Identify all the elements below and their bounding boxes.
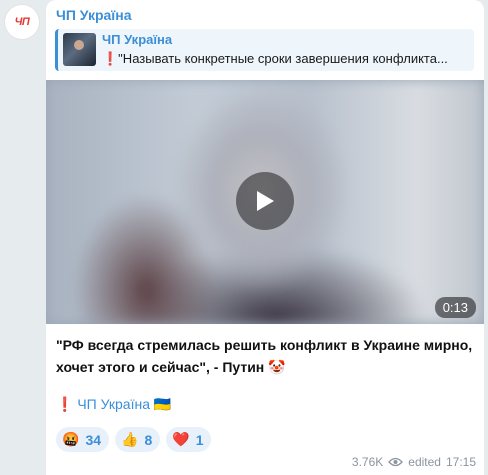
video-duration: 0:13 <box>434 297 476 318</box>
heart-icon: ❤️ <box>172 431 190 447</box>
play-button[interactable] <box>236 172 294 230</box>
thumbs-up-icon: 👍 <box>121 431 139 447</box>
angry-face-icon: 🤬 <box>62 431 80 447</box>
reaction-count: 34 <box>85 431 102 448</box>
reply-text: ❗️"Называть конкретные сроки завершения … <box>102 51 448 66</box>
reaction-count: 8 <box>144 431 153 448</box>
reaction-angry[interactable]: 🤬 34 <box>56 427 110 452</box>
reaction-count: 1 <box>195 431 204 448</box>
channel-name[interactable]: ЧП Україна <box>56 7 132 23</box>
eye-icon <box>388 457 404 467</box>
view-count: 3.76K <box>351 455 384 469</box>
message-text: "РФ всегда стремилась решить конфликт в … <box>56 337 473 375</box>
message-bubble: ЧП Україна ЧП Україна ❗️"Называть конкре… <box>46 0 484 475</box>
channel-signature-link[interactable]: ❗️ ЧП Україна 🇺🇦 <box>56 396 171 413</box>
reply-thumbnail <box>63 33 96 66</box>
edited-label: edited <box>408 455 441 469</box>
reaction-heart[interactable]: ❤️ 1 <box>166 427 212 452</box>
channel-avatar[interactable]: ЧП <box>4 4 40 40</box>
reply-preview[interactable]: ЧП Україна ❗️"Называть конкретные сроки … <box>55 29 474 71</box>
video-preview[interactable]: 0:13 <box>46 80 484 324</box>
message-meta: 3.76K edited 17:15 <box>352 455 476 469</box>
reaction-thumbs-up[interactable]: 👍 8 <box>115 427 161 452</box>
play-icon <box>257 191 274 211</box>
message-time: 17:15 <box>445 455 476 469</box>
reactions-bar: 🤬 34 👍 8 ❤️ 1 <box>56 427 212 452</box>
reply-title: ЧП Україна <box>102 32 173 47</box>
